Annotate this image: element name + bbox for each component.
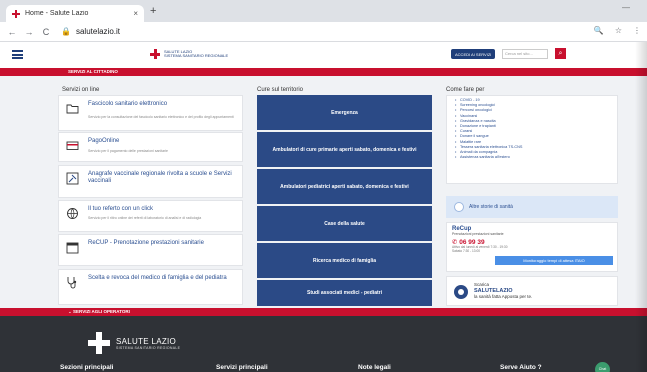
altre-storie-label: Altre storie di sanità [469, 204, 513, 210]
button-label: Case della salute [324, 220, 365, 227]
app-download-banner[interactable]: Scarica SALUTELAZIO la sanità fatta Appo… [446, 276, 618, 306]
reload-button[interactable]: C [41, 27, 51, 37]
logo-subtitle: SISTEMA SANITARIO REGIONALE [164, 53, 229, 58]
new-tab-button[interactable]: + [150, 5, 156, 17]
chat-bubble-button[interactable]: Chat [595, 362, 610, 372]
studi-associati-button[interactable]: Studi associati medici - pediatri [257, 280, 432, 306]
servizi-cittadino-bar[interactable]: SERVIZI AL CITTADINO [0, 68, 647, 76]
ricerca-medico-button[interactable]: Ricerca medico di famiglia [257, 243, 432, 278]
address-bar[interactable]: 🔒 salutelazio.it [61, 27, 120, 36]
url-text: salutelazio.it [75, 27, 120, 36]
service-title: ReCUP - Prenotazione prestazioni sanitar… [88, 240, 204, 246]
service-desc: Servizio per il ritiro online dei refert… [88, 216, 202, 220]
ambulatori-cure-primarie-button[interactable]: Ambulatori di cure primarie aperti sabat… [257, 132, 432, 167]
card-icon [66, 141, 79, 150]
service-desc: Servizio per la consultazione del fascic… [88, 115, 234, 119]
service-card[interactable]: Fascicolo sanitario elettronico Servizio… [58, 95, 243, 131]
app-tagline: la sanità fatta Apposta per te. [474, 294, 533, 299]
site-footer: SALUTE LAZIO SISTEMA SANITARIO REGIONALE… [0, 316, 647, 372]
accedi-servizi-button[interactable]: ACCEDI AI SERVIZI [451, 49, 496, 59]
service-title: Anagrafe vaccinale regionale rivolta a s… [88, 171, 232, 184]
main-content: Servizi on line Cure sul territorio Come… [0, 76, 647, 308]
browser-toolbar: ← → C 🔒 salutelazio.it 🔍 ☆ ⋮ [0, 22, 647, 42]
logo-cross-icon [150, 49, 160, 59]
calendar-icon [66, 242, 79, 254]
browser-tab-bar: Home - Salute Lazio × + — [0, 0, 647, 22]
recup-subtitle: Prenotazioni prestazioni sanitarie [452, 232, 504, 236]
back-button[interactable]: ← [7, 27, 17, 37]
vaccine-icon [66, 172, 79, 185]
footer-col-servizi[interactable]: Servizi principali [216, 364, 268, 371]
footer-col-note-legali[interactable]: Note legali [358, 364, 391, 371]
lock-icon: 🔒 [61, 27, 71, 36]
button-label: Ambulatori di cure primarie aperti sabat… [272, 146, 417, 153]
app-name: SALUTELAZIO [474, 287, 513, 294]
browser-tab[interactable]: Home - Salute Lazio × [6, 5, 144, 22]
button-label: Emergenza [331, 109, 358, 116]
globe-icon [67, 208, 78, 219]
servizi-online-title: Servizi on line [62, 87, 100, 93]
footer-col-serve-aiuto[interactable]: Serve Aiuto ? [500, 364, 542, 371]
favicon-cross-icon [12, 9, 20, 18]
come-fare-title: Come fare per [446, 87, 485, 93]
service-desc: Servizio per il pagamento delle prestazi… [88, 149, 168, 153]
button-label: Studi associati medici - pediatri [306, 290, 383, 296]
ambulatori-pediatrici-button[interactable]: Ambulatori pediatrici aperti sabato, dom… [257, 169, 432, 204]
accedi-label: ACCEDI AI SERVIZI [455, 51, 492, 57]
monitoraggio-button[interactable]: Monitoraggio tempi di attesa ITAIO [495, 256, 613, 265]
story-icon [454, 202, 464, 212]
window-minimize-button[interactable]: — [622, 3, 630, 12]
altre-storie-link[interactable]: Altre storie di sanità [446, 196, 618, 218]
folder-icon [66, 104, 79, 114]
footer-cross-icon [88, 332, 110, 354]
come-fare-list: COVID - 19 Screening oncologici Percorsi… [446, 95, 618, 184]
button-label: Ricerca medico di famiglia [312, 257, 377, 264]
cure-territorio-title: Cure sul territorio [257, 87, 304, 93]
service-card[interactable]: Il tuo referto con un click Servizio per… [58, 200, 243, 232]
site-header: SALUTE LAZIO SISTEMA SANITARIO REGIONALE… [0, 42, 647, 68]
service-title: Il tuo referto con un click [88, 206, 154, 212]
forward-button[interactable]: → [24, 27, 34, 37]
tab-title: Home - Salute Lazio [25, 10, 89, 17]
bookmark-star-icon[interactable]: ☆ [615, 26, 622, 35]
footer-logo-subtitle: SISTEMA SANITARIO REGIONALE [116, 345, 181, 350]
emergenza-button[interactable]: Emergenza [257, 95, 432, 130]
servizi-operatori-bar[interactable]: ⌄ SERVIZI AGLI OPERATORI [0, 308, 647, 316]
case-salute-button[interactable]: Case della salute [257, 206, 432, 241]
search-icon[interactable]: ⌕ [555, 48, 566, 59]
footer-col-sezioni[interactable]: Sezioni principali [60, 364, 113, 371]
recup-hours-saturday: Sabato 7:30 - 13:00 [452, 248, 481, 253]
service-card[interactable]: Scelta e revoca del medico di famiglia e… [58, 269, 243, 305]
search-input[interactable]: Cerca nel sito... [502, 49, 548, 59]
button-label: Ambulatori pediatrici aperti sabato, dom… [280, 183, 409, 190]
service-card[interactable]: Anagrafe vaccinale regionale rivolta a s… [58, 165, 243, 198]
zoom-icon[interactable]: 🔍 [594, 26, 604, 35]
footer-logo-name: SALUTE LAZIO [116, 336, 177, 346]
page-shadow [635, 42, 647, 372]
footer-logo[interactable]: SALUTE LAZIO SISTEMA SANITARIO REGIONALE [88, 332, 180, 354]
site-logo[interactable]: SALUTE LAZIO SISTEMA SANITARIO REGIONALE [150, 49, 228, 59]
service-card[interactable]: ReCUP - Prenotazione prestazioni sanitar… [58, 234, 243, 266]
service-title: Scelta e revoca del medico di famiglia e… [88, 275, 227, 281]
service-card[interactable]: PagoOnline Servizio per il pagamento del… [58, 132, 243, 162]
service-title: PagoOnline [88, 138, 120, 144]
browser-menu-icon[interactable]: ⋮ [633, 26, 641, 35]
list-item[interactable]: Assistenza sanitaria all'estero [455, 155, 609, 160]
service-title: Fascicolo sanitario elettronico [88, 101, 168, 107]
tab-close-icon[interactable]: × [133, 9, 138, 18]
app-logo-icon [454, 285, 468, 299]
servizi-operatori-label: SERVIZI AGLI OPERATORI [73, 309, 130, 314]
recup-box: ReCup Prenotazioni prestazioni sanitarie… [446, 222, 618, 272]
hamburger-menu-icon[interactable] [12, 50, 23, 59]
stethoscope-icon [67, 277, 77, 289]
